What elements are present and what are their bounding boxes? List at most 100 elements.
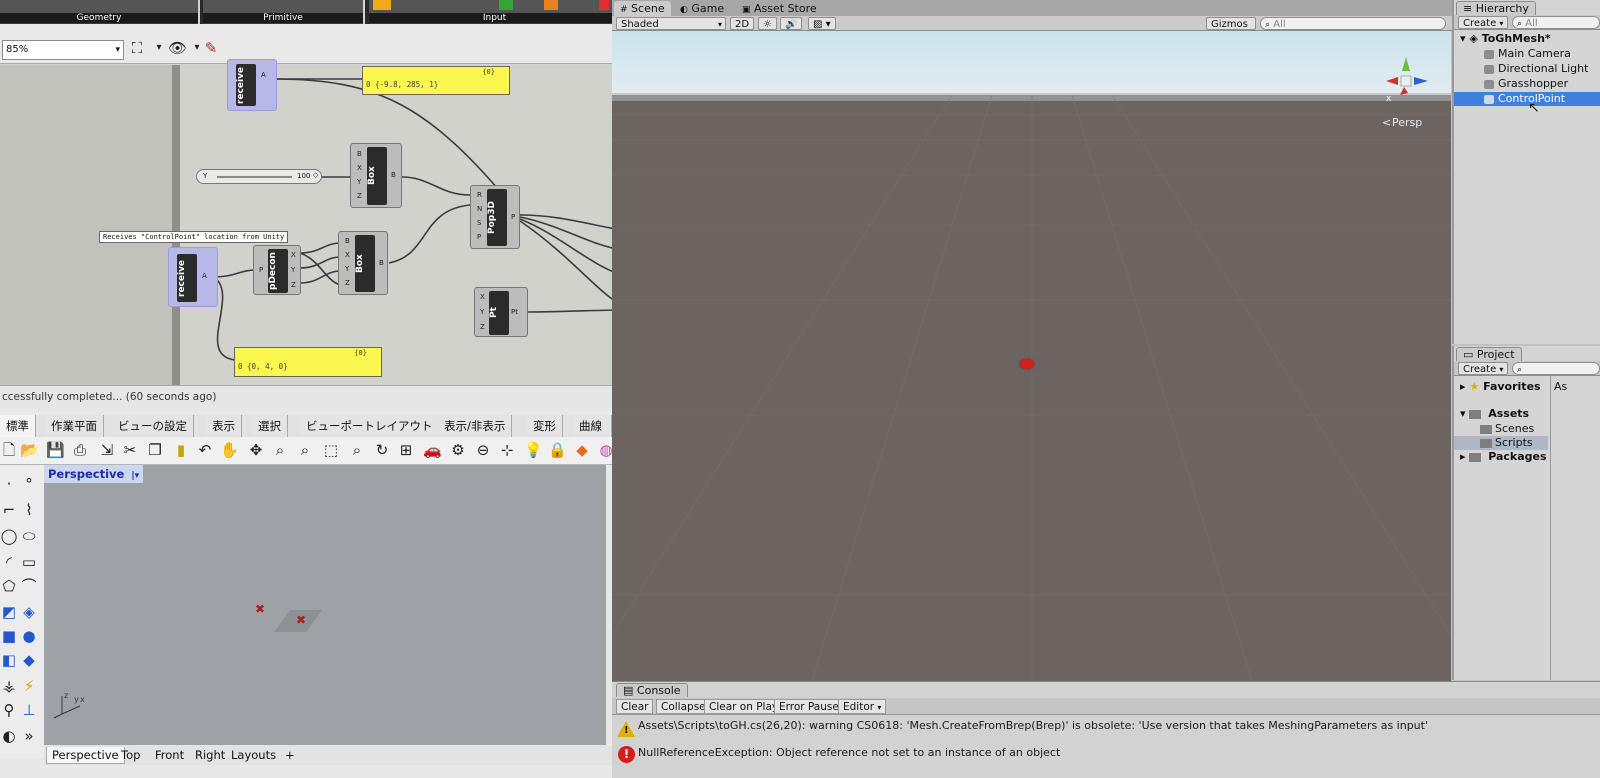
hierarchy-item[interactable]: Directional Light <box>1454 62 1600 76</box>
undo-icon[interactable]: ↶ <box>196 441 214 459</box>
viewport-tab-front[interactable]: Front <box>150 747 189 764</box>
point-cloud-icon[interactable]: ° <box>20 475 38 493</box>
box-component[interactable]: B X Y Z Box B <box>350 143 402 208</box>
ellipse-icon[interactable]: ⬭ <box>20 527 38 545</box>
curve-icon[interactable]: ⌇ <box>20 501 38 519</box>
project-search-input[interactable]: ⌕ <box>1512 362 1600 375</box>
import-icon[interactable]: ⇲ <box>98 441 116 459</box>
scene-root-item[interactable]: ▾ ◈ ToGhMesh* <box>1454 32 1600 46</box>
folder-item[interactable]: Scenes <box>1454 422 1548 436</box>
eye-icon[interactable]: 👁 <box>168 39 187 57</box>
scene-view[interactable]: x < Persp <box>612 31 1451 681</box>
open-icon[interactable]: 📂 <box>20 441 39 459</box>
console-error-line[interactable]: NullReferenceException: Object reference… <box>638 746 1060 759</box>
scene-orientation-gizmo[interactable]: x <box>1376 49 1436 109</box>
tab-display[interactable]: 表示 <box>206 415 242 437</box>
toggle-2d-button[interactable]: 2D <box>730 17 755 30</box>
viewport-tab-layouts[interactable]: Layouts <box>226 747 281 764</box>
geometry-icons[interactable] <box>0 0 198 13</box>
tab-set-view[interactable]: ビューの設定 <box>112 415 194 437</box>
new-icon[interactable]: 🗋 <box>0 441 18 459</box>
cut-icon[interactable]: ✂ <box>121 441 139 459</box>
rectangle-icon[interactable]: ▭ <box>20 553 38 571</box>
project-splitter[interactable] <box>1550 376 1551 680</box>
box-component[interactable]: B X Y Z Box B <box>338 231 388 295</box>
render-icon[interactable]: ⚙ <box>449 441 467 459</box>
persp-label[interactable]: Persp <box>1392 116 1422 129</box>
chevron-down-icon[interactable]: |▾ <box>131 471 139 481</box>
panel-output[interactable]: {0} 0 {-9.8, 285, 1} <box>362 66 510 95</box>
assets-folder-item[interactable]: ▾ Assets <box>1454 407 1548 421</box>
save-icon[interactable]: 💾 <box>46 441 65 459</box>
tab-game[interactable]: ◐ Game <box>674 1 730 16</box>
more-tools-icon[interactable]: » <box>20 727 38 745</box>
receive-component[interactable]: receive A <box>227 59 277 111</box>
project-tab[interactable]: ▭ Project <box>1456 347 1522 361</box>
zoom-window-icon[interactable]: ⌕ <box>296 441 314 459</box>
dropdown-icon[interactable]: ▾ <box>150 39 168 57</box>
hierarchy-item[interactable]: Grasshopper <box>1454 77 1600 91</box>
effects-toggle-icon[interactable]: ▨ ▾ <box>808 17 836 30</box>
lock-icon[interactable]: 🔒 <box>548 441 567 459</box>
console-collapse-button[interactable]: Collapse <box>656 699 711 714</box>
hierarchy-item-selected[interactable]: ControlPoint <box>1454 92 1600 106</box>
transform-icon[interactable]: ⚡ <box>20 677 38 695</box>
object-snap-icon[interactable]: ⊖ <box>474 441 492 459</box>
color-wheel-icon[interactable]: ◍ <box>597 441 612 459</box>
hierarchy-item[interactable]: Main Camera <box>1454 47 1600 61</box>
toggle-icon[interactable] <box>499 0 513 10</box>
favorites-item[interactable]: ▸ ★ Favorites <box>1454 380 1548 394</box>
audio-toggle-icon[interactable]: 🔊 <box>780 17 803 30</box>
rotate-view-icon[interactable]: ✥ <box>247 441 265 459</box>
ribbon-group-input[interactable]: Input <box>369 0 622 24</box>
polygon-icon[interactable]: ⬠ <box>0 577 18 595</box>
lighting-toggle-icon[interactable]: ☼ <box>758 17 777 30</box>
fillet-icon[interactable]: ⌒ <box>20 577 38 595</box>
viewport-tab-right[interactable]: Right <box>190 747 230 764</box>
four-views-icon[interactable]: ⊞ <box>397 441 415 459</box>
tab-select[interactable]: 選択 <box>252 415 288 437</box>
zoom-extents-icon[interactable]: ⬚ <box>322 441 340 459</box>
surface-edit-icon[interactable]: ◈ <box>20 603 38 621</box>
analyze-icon[interactable]: ⚲ <box>0 701 18 719</box>
pop3d-component[interactable]: R N S P Pop3D P <box>470 185 520 249</box>
light-bulb-icon[interactable]: 💡 <box>524 441 543 459</box>
pdecon-component[interactable]: P pDecon X Y Z <box>253 245 301 295</box>
material-icon[interactable]: ◆ <box>573 441 591 459</box>
tab-curve-tools[interactable]: 曲線ツ <box>573 415 612 455</box>
input-icons[interactable] <box>369 0 620 13</box>
zoom-select[interactable]: 85% ▾ <box>2 40 124 60</box>
tab-viewport-layout[interactable]: ビューポートレイアウト <box>300 415 440 437</box>
control-point-object[interactable] <box>1020 359 1034 369</box>
paste-icon[interactable]: ▮ <box>172 441 190 459</box>
copy-icon[interactable]: ❐ <box>146 441 164 459</box>
shading-mode-select[interactable]: Shaded ▾ <box>616 17 726 30</box>
control-point-marker[interactable]: ✖ <box>255 602 265 616</box>
console-editor-select[interactable]: Editor ▾ <box>838 699 887 714</box>
hierarchy-create-button[interactable]: Create ▾ <box>1458 16 1509 29</box>
render-side-icon[interactable]: ⊥ <box>20 701 38 719</box>
console-error-pause-button[interactable]: Error Pause <box>774 699 844 714</box>
zoom-selected-icon[interactable]: ⌕ <box>348 441 366 459</box>
grid-snap-icon[interactable]: ⊹ <box>498 441 516 459</box>
console-tab[interactable]: ▤ Console <box>616 683 688 697</box>
hierarchy-tab[interactable]: ≡ Hierarchy <box>1456 1 1536 15</box>
scene-search-input[interactable]: ⌕ All <box>1260 17 1446 30</box>
console-warning-line[interactable]: Assets\Scripts\toGH.cs(26,20): warning C… <box>638 719 1428 732</box>
gizmos-select[interactable]: Gizmos ▾ <box>1206 17 1256 42</box>
pan-hand-icon[interactable]: ✋ <box>220 441 239 459</box>
ribbon-group-primitive[interactable]: Primitive <box>203 0 365 24</box>
gh-canvas[interactable]: receive A {0} 0 {-9.8, 285, 1} Y 100 ◇ B… <box>0 59 622 385</box>
viewport-title[interactable]: Perspective |▾ <box>44 465 144 483</box>
viewport-tab-top[interactable]: Top <box>116 747 145 764</box>
dimension-icon[interactable]: ⚶ <box>0 677 18 695</box>
sphere-icon[interactable]: ● <box>20 627 38 645</box>
packages-folder-item[interactable]: ▸ Packages <box>1454 450 1548 464</box>
button-icon[interactable] <box>544 0 558 10</box>
circle-icon[interactable]: ◯ <box>0 527 18 545</box>
add-viewport-tab-button[interactable]: + <box>280 747 300 764</box>
tab-cplanes[interactable]: 作業平面 <box>45 415 104 437</box>
zoom-icon[interactable]: ⌕ <box>271 441 289 459</box>
surface-icon[interactable]: ◩ <box>0 603 18 621</box>
input-icon[interactable] <box>373 0 391 10</box>
